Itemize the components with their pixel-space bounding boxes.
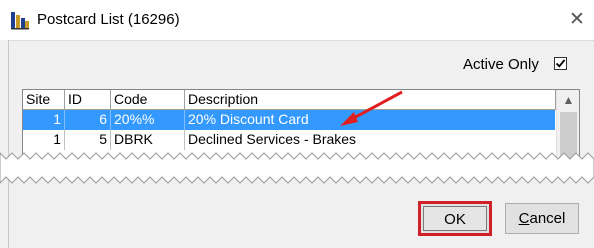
window-left-edge <box>0 40 9 248</box>
app-icon <box>11 12 29 30</box>
cell-code: 20%% <box>111 110 185 130</box>
table-row[interactable]: 1 6 20%% 20% Discount Card <box>23 110 555 130</box>
column-header-site[interactable]: Site <box>23 90 65 110</box>
column-header-code[interactable]: Code <box>111 90 185 110</box>
cell-site: 1 <box>23 110 65 130</box>
ok-button-label: OK <box>423 206 487 231</box>
column-header-id[interactable]: ID <box>65 90 111 110</box>
checkmark-icon <box>555 59 566 68</box>
cell-id: 6 <box>65 110 111 130</box>
scroll-up-icon[interactable]: ▲ <box>557 90 579 110</box>
window-title: Postcard List (16296) <box>37 11 180 28</box>
title-bar: Postcard List (16296) ✕ <box>0 0 594 40</box>
active-only-label: Active Only <box>463 56 539 73</box>
close-icon[interactable]: ✕ <box>566 8 588 32</box>
cancel-button-label: ancel <box>529 210 566 227</box>
annotation-arrow-icon <box>340 90 403 126</box>
cancel-accelerator: C <box>518 210 530 227</box>
ok-button[interactable]: OK <box>418 201 492 236</box>
active-only-checkbox[interactable] <box>554 57 567 70</box>
torn-edge-divider <box>0 152 594 184</box>
cancel-button[interactable]: Cancel <box>505 203 579 234</box>
